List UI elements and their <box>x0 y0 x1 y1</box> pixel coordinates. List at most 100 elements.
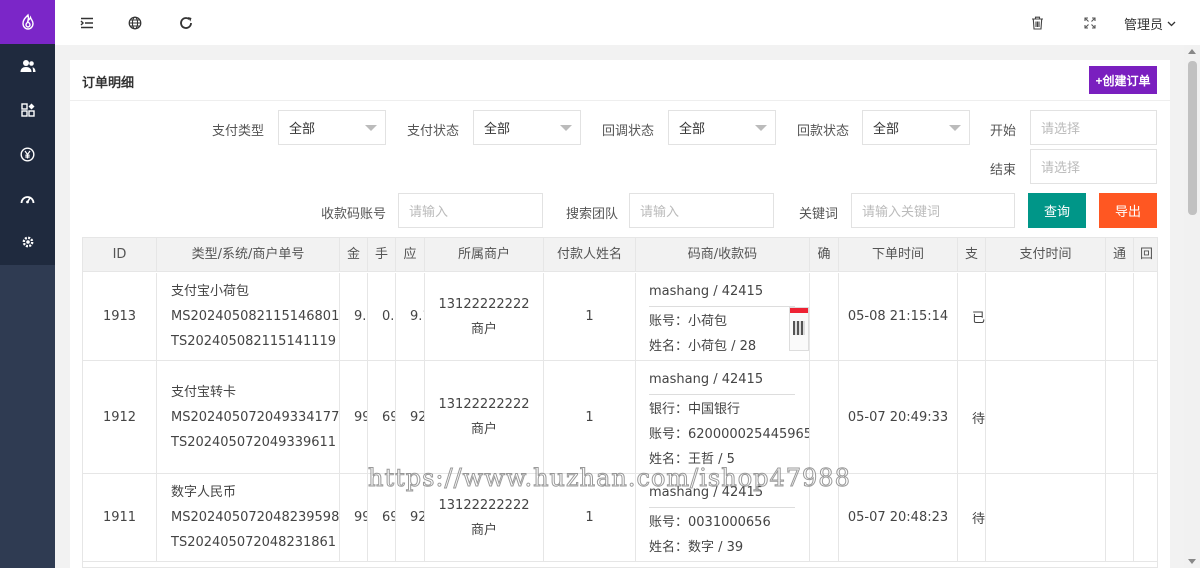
qr-code-icon <box>793 321 805 335</box>
pay-time <box>986 273 1106 360</box>
callback-status-select[interactable]: 全部 <box>668 110 776 145</box>
sidebar-item-settings[interactable] <box>0 220 55 264</box>
scroll-thumb[interactable] <box>1188 61 1197 215</box>
code-name: 姓名：小荷包 / 28 <box>649 339 757 354</box>
pay-type-value: 全部 <box>289 122 316 137</box>
callback <box>1134 361 1157 473</box>
code-account-input[interactable]: 请输入 <box>398 193 543 228</box>
pay-status-value: 全部 <box>484 122 511 137</box>
logo[interactable] <box>0 0 55 44</box>
order-table: ID 类型/系统/商户单号 金 手 应 所属商户 付款人姓名 码商/收款码 确 … <box>82 237 1158 568</box>
qr-code-thumbnail[interactable] <box>789 307 809 351</box>
merchant-cell: 13122222222 商户 <box>425 361 544 473</box>
amount: 99 <box>340 474 368 561</box>
pay-status: 待 <box>958 361 986 473</box>
system-order-no: MS2024050720493341776 <box>171 409 340 425</box>
caret-down-icon <box>365 125 377 131</box>
pay-time <box>986 474 1106 561</box>
order-type-cell: 支付宝小荷包 MS2024050821151468019 TS202405082… <box>157 273 340 360</box>
merchant-order-no: TS202405072049339611 <box>171 434 337 450</box>
end-date-input[interactable]: 请选择 <box>1030 149 1157 184</box>
table-header: ID 类型/系统/商户单号 金 手 应 所属商户 付款人姓名 码商/收款码 确 … <box>83 238 1157 272</box>
chevron-down-icon <box>1167 21 1176 26</box>
order-time: 05-07 20:49:33 <box>839 361 958 473</box>
sidebar <box>0 0 55 568</box>
code-name: 姓名：数字 / 39 <box>649 540 744 555</box>
sidebar-item-finance[interactable] <box>0 132 55 176</box>
top-bar: 管理员 <box>55 0 1200 45</box>
menu-fold-icon[interactable] <box>77 13 97 33</box>
column-header: 应 <box>396 238 425 272</box>
column-header: 类型/系统/商户单号 <box>157 238 340 272</box>
start-date-input[interactable]: 请选择 <box>1030 110 1157 145</box>
scroll-up-arrow-icon[interactable] <box>1188 49 1196 54</box>
create-order-button[interactable]: +创建订单 <box>1089 66 1157 94</box>
order-id: 1913 <box>83 273 157 360</box>
channel <box>1106 361 1134 473</box>
code-bank: 银行：中国银行 <box>649 402 741 417</box>
sidebar-item-apps[interactable] <box>0 88 55 132</box>
admin-menu[interactable]: 管理员 <box>1124 14 1176 33</box>
merchant-order-no: TS202405072048231861 <box>171 535 337 550</box>
caret-down-icon <box>949 125 961 131</box>
confirm <box>810 361 839 473</box>
sidebar-item-users[interactable] <box>0 44 55 88</box>
keyword-input[interactable]: 请输入关键词 <box>851 193 1015 228</box>
trash-icon[interactable] <box>1027 13 1047 33</box>
scroll-down-arrow-icon[interactable] <box>1188 559 1196 564</box>
order-time: 05-08 21:15:14 <box>839 273 958 360</box>
caret-down-icon <box>560 125 572 131</box>
start-label: 开始 <box>989 124 1016 139</box>
keyword-label: 关键词 <box>798 207 838 222</box>
table-row[interactable]: 1913 支付宝小荷包 MS2024050821151468019 TS2024… <box>83 273 1157 361</box>
pay-status-select[interactable]: 全部 <box>473 110 581 145</box>
column-header: 回 <box>1139 247 1153 262</box>
gear-icon <box>22 236 33 248</box>
globe-icon[interactable] <box>125 13 145 33</box>
merchant-role: 商户 <box>470 522 497 538</box>
order-time: 05-07 20:48:23 <box>839 474 958 561</box>
fullscreen-icon[interactable] <box>1080 13 1100 33</box>
order-type-cell: 数字人民币 MS2024050720482395984 TS2024050720… <box>157 474 340 561</box>
apps-grid-icon <box>20 103 35 117</box>
merchant-role: 商户 <box>470 321 497 337</box>
code-account: 账号：小荷包 <box>649 314 728 329</box>
order-type: 支付宝小荷包 <box>171 284 250 299</box>
channel <box>1106 273 1134 360</box>
system-order-no: MS2024050720482395984 <box>171 510 340 525</box>
confirm <box>810 273 839 360</box>
order-id: 1912 <box>83 361 157 473</box>
pay-status-label: 支付状态 <box>406 124 459 139</box>
caret-down-icon <box>755 125 767 131</box>
team-input[interactable]: 请输入 <box>629 193 774 228</box>
column-header: 所属商户 <box>425 238 544 272</box>
column-header: 付款人姓名 <box>544 238 636 272</box>
pay-type-select[interactable]: 全部 <box>278 110 386 145</box>
table-row[interactable]: 1912 支付宝转卡 MS2024050720493341776 TS20240… <box>83 361 1157 474</box>
due-amount: 92 <box>396 361 425 473</box>
callback <box>1134 474 1157 561</box>
due-amount: 9.1 <box>396 273 425 360</box>
order-type-cell: 支付宝转卡 MS2024050720493341776 TS2024050720… <box>157 361 340 473</box>
code-account: 账号：62000002544596565 <box>649 427 809 442</box>
divider <box>70 100 1170 101</box>
code-merchant: mashang / 42415 <box>649 279 795 307</box>
callback-status-label: 回调状态 <box>601 124 654 139</box>
payback-status-select[interactable]: 全部 <box>862 110 970 145</box>
merchant-order-no: TS202405082115141119 <box>171 334 337 349</box>
column-header: 下单时间 <box>839 238 958 272</box>
sidebar-item-dashboard[interactable] <box>0 176 55 220</box>
pay-type-label: 支付类型 <box>211 124 264 139</box>
callback <box>1134 273 1157 360</box>
code-account-label: 收款码账号 <box>320 207 386 222</box>
refresh-icon[interactable] <box>176 13 196 33</box>
query-button[interactable]: 查询 <box>1028 193 1086 228</box>
gauge-icon <box>20 195 35 203</box>
merchant-phone: 13122222222 <box>438 397 530 412</box>
column-header: 码商/收款码 <box>636 238 810 272</box>
page-scrollbar[interactable] <box>1184 45 1200 568</box>
export-button[interactable]: 导出 <box>1099 193 1157 228</box>
column-header: 支付时间 <box>986 238 1106 272</box>
merchant-phone: 13122222222 <box>438 497 530 513</box>
callback-status-value: 全部 <box>679 122 706 137</box>
